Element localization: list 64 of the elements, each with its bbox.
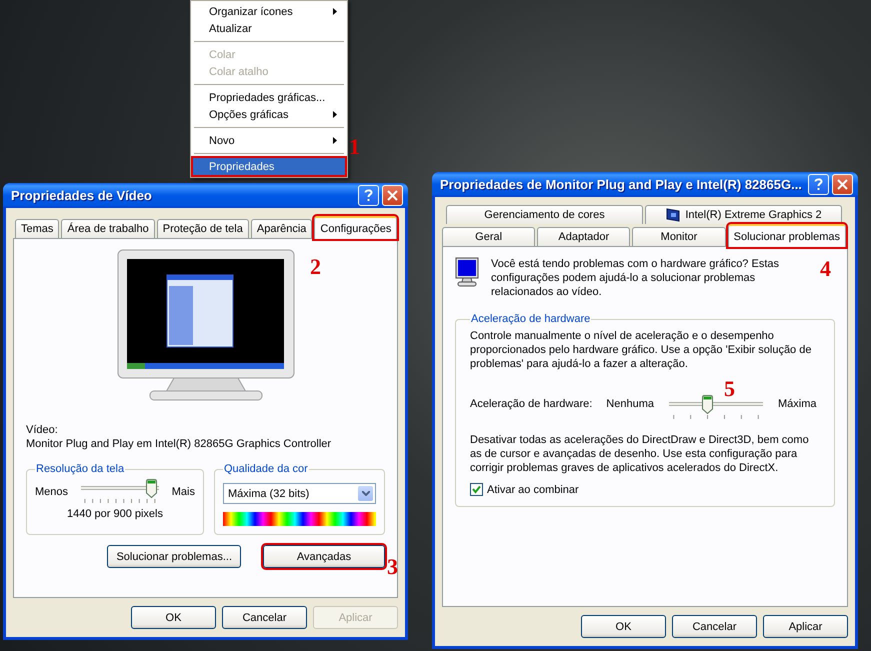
tab[interactable]: Temas [15, 219, 60, 238]
submenu-arrow-icon [333, 8, 337, 15]
menu-item[interactable]: Propriedades [193, 158, 345, 175]
slider-label: Aceleração de hardware: [470, 398, 592, 410]
menu-item[interactable]: Propriedades gráficas... [193, 89, 345, 106]
step-number: 5 [724, 378, 735, 400]
checkbox[interactable] [470, 483, 483, 496]
min-label: Menos [35, 486, 68, 498]
tab[interactable]: Solucionar problemas [728, 224, 846, 247]
color-quality-dropdown[interactable]: Máxima (32 bits) [223, 483, 376, 504]
group-title: Qualidade da cor [223, 463, 309, 475]
group-title: Aceleração de hardware [470, 313, 592, 325]
footer-button[interactable]: Aplicar [763, 615, 848, 638]
tab[interactable]: Geral [442, 227, 536, 246]
menu-item[interactable]: Organizar ícones [193, 3, 345, 20]
dialog-button[interactable]: Avançadas [263, 545, 385, 568]
window-title: Propriedades de Monitor Plug and Play e Intel(R) 82865G... [440, 177, 803, 192]
menu-item[interactable]: Opções gráficas [193, 106, 345, 123]
submenu-arrow-icon [333, 137, 337, 144]
close-icon [837, 179, 848, 190]
tab[interactable]: Configurações [314, 216, 398, 239]
display-label: Vídeo: [26, 423, 59, 437]
checkbox-label: Ativar ao combinar [487, 484, 579, 496]
max-label: Mais [172, 486, 195, 498]
footer-button[interactable]: OK [131, 606, 216, 629]
window-title: Propriedades de Vídeo [11, 188, 153, 203]
submenu-arrow-icon [333, 111, 337, 118]
tab[interactable]: Área de trabalho [61, 219, 155, 238]
close-button[interactable] [382, 185, 403, 206]
max-label: Máxima [778, 398, 817, 410]
menu-item[interactable]: Atualizar [193, 20, 345, 37]
tab[interactable]: Intel(R) Extreme Graphics 2 [645, 205, 842, 224]
check-icon [472, 485, 481, 494]
close-button[interactable] [832, 174, 853, 195]
tab[interactable]: Adaptador [537, 227, 630, 246]
help-button[interactable] [358, 185, 379, 206]
tab[interactable]: Monitor [632, 227, 726, 246]
display-name: Monitor Plug and Play em Intel(R) 82865G Graphics Controller [26, 437, 332, 451]
step-number: 3 [387, 556, 398, 578]
tab[interactable]: Gerenciamento de cores [446, 205, 643, 224]
menu-item[interactable]: Novo [193, 132, 345, 149]
footer-button[interactable]: Cancelar [672, 615, 757, 638]
description-text: Controle manualmente o nível de aceleração e o desempenho proporcionados pelo hardware gráfico. Use a opção 'Exibir solução de problemas' para ajudá-lo a fazer a alteração. [470, 329, 812, 371]
help-icon [814, 178, 823, 191]
tab[interactable]: Proteção de tela [156, 219, 249, 238]
footer-button[interactable]: Cancelar [222, 606, 307, 629]
slider-thumb[interactable] [146, 479, 157, 498]
help-icon [364, 189, 373, 202]
step-number: 1 [349, 136, 360, 158]
resolution-value: 1440 por 900 pixels [66, 508, 163, 520]
dialog-button[interactable]: Solucionar problemas... [107, 545, 241, 568]
slider-thumb[interactable] [702, 395, 713, 414]
tab[interactable]: Aparência [250, 219, 312, 238]
min-label: Nenhuma [606, 398, 654, 410]
step-number: 4 [820, 258, 831, 280]
graphics-icon [665, 208, 682, 222]
monitor-icon [455, 257, 479, 287]
help-button[interactable] [808, 174, 829, 195]
info-text: Desativar todas as acelerações do DirectDraw e Direct3D, bem como as de cursor e avançadas de desenho. Use esta configuração para corrigir problemas graves de aplicativos acelerados do DirectX. [470, 433, 810, 475]
group-title: Resolução da tela [35, 463, 126, 475]
step-number: 2 [310, 256, 321, 278]
intro-text: Você está tendo problemas com o hardware gráfico? Estas configurações podem ajudá-lo a solucionar problemas relacionados ao vídeo. [491, 257, 780, 299]
footer-button[interactable]: OK [581, 615, 666, 638]
close-icon [387, 190, 398, 201]
